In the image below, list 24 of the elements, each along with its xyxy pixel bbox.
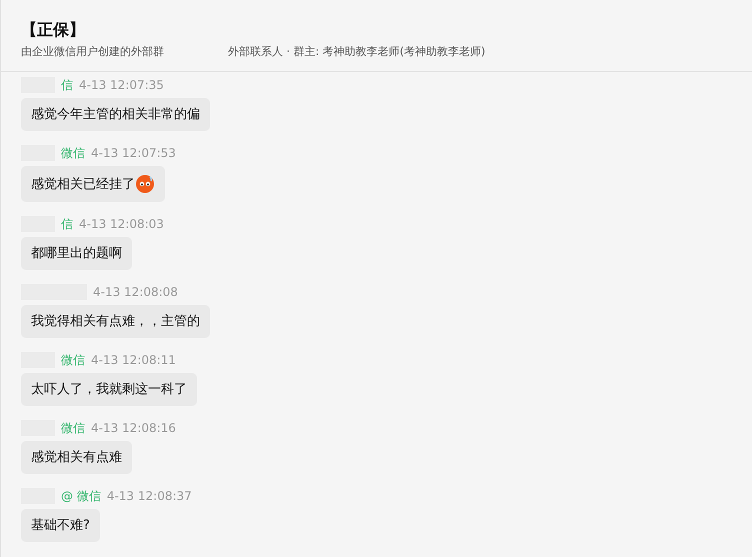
message-bubble: 基础不难?	[21, 509, 100, 542]
sweating-face-icon	[135, 174, 155, 194]
message-bubble: 感觉相关有点难	[21, 441, 132, 474]
message-bubble: 太吓人了，我就剩这一科了	[21, 373, 197, 406]
message-bubble: 感觉相关已经挂了	[21, 166, 165, 202]
message-bubble: 都哪里出的题啊	[21, 237, 132, 270]
message-time: 4-13 12:07:53	[91, 146, 176, 160]
group-info: 由企业微信用户创建的外部群	[21, 44, 164, 59]
sender-name: @ 微信	[61, 488, 101, 504]
message-time: 4-13 12:08:37	[106, 489, 192, 503]
message-time: 4-13 12:08:03	[79, 217, 164, 231]
message-time: 4-13 12:08:08	[93, 285, 178, 299]
message-bubble: 我觉得相关有点难，，主管的	[21, 305, 210, 338]
message-time: 4-13 12:08:11	[91, 353, 176, 367]
group-info: 外部联系人 · 群主: 考神助教李老师(考神助教李老师)	[228, 44, 486, 59]
sender-name: 信	[61, 216, 73, 232]
sender-name: 微信	[61, 352, 85, 368]
sender-name: 微信	[61, 144, 85, 162]
sender-name: 微信	[61, 420, 85, 436]
chat-title: 【正保】	[21, 20, 86, 40]
sender-name: 信	[61, 76, 73, 94]
message-bubble: 感觉今年主管的相关非常的偏	[21, 98, 210, 131]
message-time: 4-13 12:08:16	[91, 421, 176, 435]
message-time: 4-13 12:07:35	[79, 78, 164, 92]
